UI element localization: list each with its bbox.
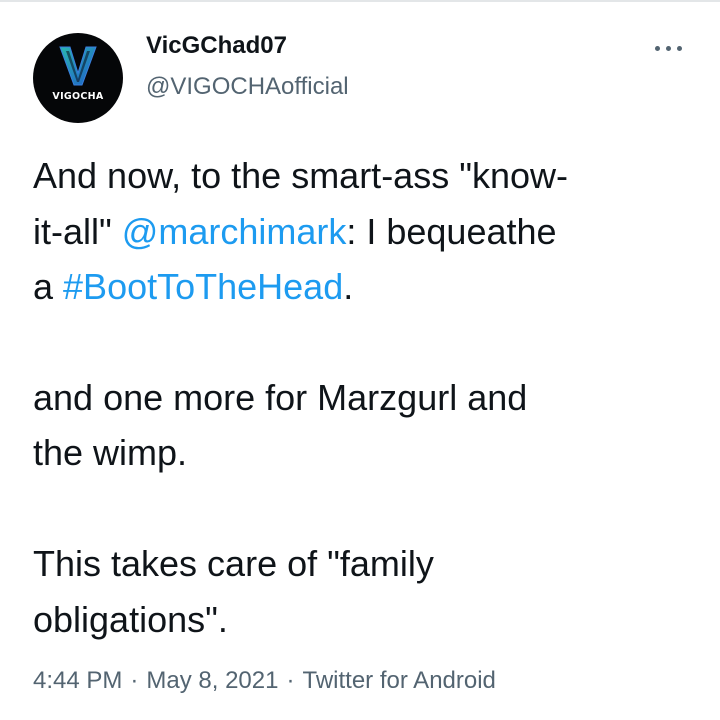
tweet-text-segment: . [343, 266, 354, 308]
mention-link[interactable]: @marchimark [122, 211, 347, 252]
tweet-text-line: This takes care of "family [33, 542, 434, 584]
tweet-date[interactable]: May 8, 2021 [146, 667, 278, 694]
user-handle[interactable]: @VIGOCHAofficial [146, 73, 349, 101]
tweet-paragraph: and one more for Marzgurl and the wimp. [33, 370, 683, 481]
more-horizontal-icon [655, 46, 660, 51]
tweet-text-line: obligations". [33, 598, 228, 640]
tweet-source[interactable]: Twitter for Android [302, 667, 495, 694]
more-options-button[interactable] [651, 38, 687, 60]
more-horizontal-icon [677, 46, 682, 51]
tweet-paragraph: This takes care of "family obligations". [33, 536, 683, 647]
tweet-text-segment: it-all" [33, 210, 122, 252]
tweet-time[interactable]: 4:44 PM [33, 667, 122, 694]
tweet-card: VIGOCHA VicGChad07 @VIGOCHAofficial And … [0, 0, 720, 720]
avatar[interactable]: VIGOCHA [33, 33, 123, 123]
tweet-text-segment: : I bequeathe [346, 210, 557, 252]
tweet-text-segment: a [33, 266, 64, 308]
tweet-text-line: the wimp. [33, 432, 188, 474]
hashtag-link[interactable]: #BootToTheHead [63, 266, 343, 307]
display-name[interactable]: VicGChad07 [146, 32, 287, 60]
tweet-text-line: And now, to the smart-ass "know- [33, 155, 569, 196]
tweet-text-line: and one more for Marzgurl and [33, 376, 528, 418]
meta-separator: · [130, 667, 139, 694]
tweet-text: And now, to the smart-ass "know- it-all"… [33, 148, 683, 647]
more-horizontal-icon [666, 46, 671, 51]
tweet-paragraph: And now, to the smart-ass "know- it-all"… [33, 148, 683, 315]
tweet-metadata: 4:44 PM · May 8, 2021 · Twitter for Android [33, 667, 496, 695]
v-logo-icon [59, 46, 97, 86]
meta-separator: · [286, 667, 295, 694]
avatar-logo-text: VIGOCHA [52, 91, 104, 102]
